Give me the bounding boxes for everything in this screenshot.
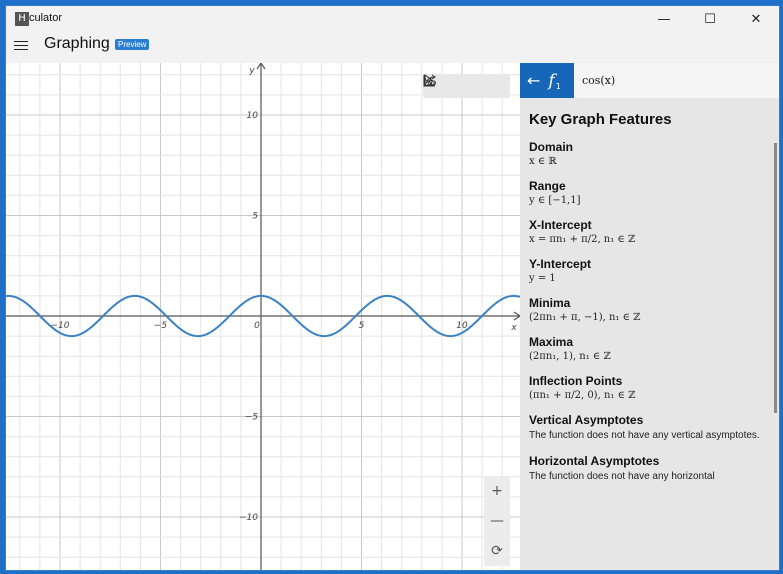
feature-y-intercept: Y-Intercept y = 1 [529,257,769,284]
back-button[interactable]: ← f 1 [520,63,574,98]
feature-name: Range [529,179,566,193]
function-label: f [548,70,555,91]
feature-value: (2πn₁, 1), n₁ ∈ ℤ [529,351,611,362]
feature-name: Maxima [529,335,574,349]
function-subscript: 1 [555,82,561,91]
share-button[interactable] [423,74,477,96]
graph-toolbar [423,74,510,98]
graph-svg: yx−10 −5 0 5 10105−5−10 [6,63,520,570]
x-axis-label: x [510,323,517,333]
window-title: culator [29,12,63,24]
menu-icon[interactable] [14,38,28,52]
zoom-in-button[interactable]: + [486,480,508,502]
mode-title: Graphing [44,35,110,52]
function-header: ← f 1 cos(x) [520,63,779,98]
graph-options-icon [423,75,436,87]
x-tick-label: −5 [154,321,168,331]
refresh-icon: ⟳ [491,543,503,559]
app-icon: H [15,12,29,26]
feature-value: y = 1 [529,273,556,284]
maximize-icon: ☐ [704,11,716,27]
graph-canvas[interactable]: y x −10 −5 0 5 10 10 5 −5 −10 + — ⟳ [6,63,520,570]
features-heading: Key Graph Features [529,111,672,128]
minimize-icon: — [657,11,671,27]
feature-value: y ∈ [−1,1] [529,195,581,206]
feature-name: Inflection Points [529,374,623,388]
feature-range: Range y ∈ [−1,1] [529,179,769,206]
zoom-out-button[interactable]: — [486,510,508,532]
feature-horizontal-asymptotes: Horizontal Asymptotes The function does … [529,454,769,483]
y-tick-label: −10 [239,513,258,523]
y-axis-label: y [248,66,255,76]
maximize-button[interactable]: ☐ [687,6,733,32]
feature-name: Minima [529,296,571,310]
feature-description: The function does not have any vertical … [529,430,760,441]
close-icon: ✕ [750,11,762,27]
y-tick-label: 10 [247,111,259,121]
feature-name: Domain [529,140,574,154]
panel-scrollbar[interactable] [774,143,777,413]
x-tick-label: 5 [359,321,365,331]
y-tick-label: 5 [252,212,258,222]
y-tick-label: −5 [245,413,259,423]
feature-description: The function does not have any horizonta… [529,471,715,482]
calculator-window: H culator — ☐ ✕ Graphing Preview y x −10 −5… [5,5,780,571]
function-analysis-panel: ← f 1 cos(x) Key Graph Features Domain x… [520,63,779,570]
feature-name: X-Intercept [529,218,592,232]
x-tick-label: 0 [254,321,260,331]
back-arrow-icon: ← [527,71,541,90]
plus-icon: + [491,483,503,499]
feature-minima: Minima (2πn₁ + π, −1), n₁ ∈ ℤ [529,296,769,323]
minus-icon: — [490,513,504,529]
feature-value: x ∈ ℝ [529,156,557,167]
reset-view-button[interactable]: ⟳ [486,540,508,562]
feature-maxima: Maxima (2πn₁, 1), n₁ ∈ ℤ [529,335,769,362]
feature-domain: Domain x ∈ ℝ [529,140,769,167]
feature-name: Horizontal Asymptotes [529,454,660,468]
app-header: Graphing Preview [6,32,779,64]
zoom-panel: + — ⟳ [484,476,510,566]
minimize-button[interactable]: — [641,6,687,32]
feature-value: x = πn₁ + π/2, n₁ ∈ ℤ [529,234,636,245]
feature-vertical-asymptotes: Vertical Asymptotes The function does no… [529,413,769,442]
preview-badge: Preview [115,39,150,50]
feature-value: (πn₁ + π/2, 0), n₁ ∈ ℤ [529,390,636,401]
feature-x-intercept: X-Intercept x = πn₁ + π/2, n₁ ∈ ℤ [529,218,769,245]
feature-name: Vertical Asymptotes [529,413,644,427]
feature-inflection-points: Inflection Points (πn₁ + π/2, 0), n₁ ∈ ℤ [529,374,769,401]
function-expression: cos(x) [582,74,616,87]
feature-value: (2πn₁ + π, −1), n₁ ∈ ℤ [529,312,641,323]
key-features-list: Key Graph Features Domain x ∈ ℝ Range y … [529,111,769,495]
title-bar[interactable]: H culator — ☐ ✕ [6,6,779,32]
graph-options-button[interactable] [423,75,506,96]
feature-name: Y-Intercept [529,257,592,271]
close-button[interactable]: ✕ [733,6,779,32]
